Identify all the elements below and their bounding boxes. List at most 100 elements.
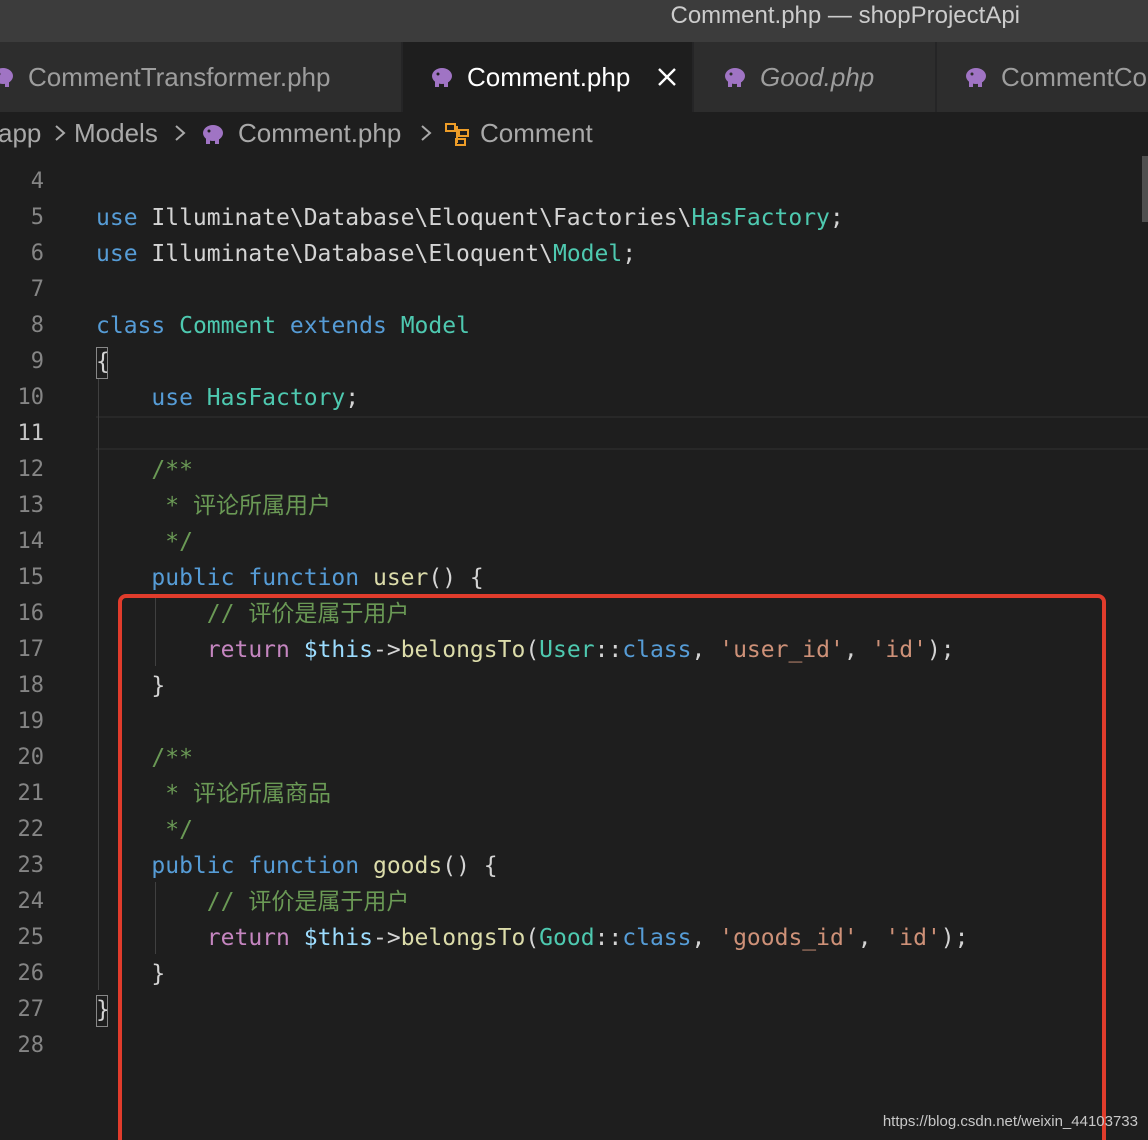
line-number: 8 [30, 313, 44, 338]
line-number: 9 [30, 349, 44, 374]
tab-label: Good.php [760, 62, 875, 92]
breadcrumb-item-app[interactable]: app [0, 116, 41, 150]
code-token: user [372, 565, 429, 591]
tab-label: CommentTransformer.php [28, 62, 331, 92]
line-number: 11 [17, 421, 45, 446]
code-line[interactable]: public function user() { [96, 560, 484, 596]
bracket-match-highlight [96, 995, 108, 1027]
breadcrumb-item-models[interactable]: Models [74, 116, 158, 150]
php-elephant-icon [966, 68, 986, 87]
code-token: */ [151, 529, 193, 555]
chevron-right-icon [421, 125, 432, 141]
line-number: 4 [30, 169, 44, 194]
tab-good-php[interactable]: Good.php [694, 42, 936, 112]
editor-tab-bar: CommentTransformer.php Comment.php Good.… [0, 42, 1148, 112]
window-title: Comment.php — shopProjectApi [670, 2, 1021, 29]
line-number: 16 [17, 601, 45, 626]
code-line[interactable]: /** [96, 452, 193, 488]
code-token: /** [151, 457, 193, 483]
code-token: use [96, 241, 138, 267]
close-icon[interactable] [653, 63, 681, 91]
tab-commentco[interactable]: CommentCo [937, 42, 1148, 112]
code-token: Illuminate\Database\Eloquent\Factories\ [137, 205, 692, 231]
code-line[interactable]: * 评论所属用户 [96, 488, 331, 524]
line-number: 23 [17, 853, 45, 878]
line-number: 7 [30, 277, 44, 302]
chevron-right-icon [175, 125, 186, 141]
tab-label: CommentCo [1001, 62, 1147, 92]
code-token: ; [345, 385, 360, 411]
line-number: 12 [17, 457, 45, 482]
line-number: 19 [17, 709, 45, 734]
php-elephant-icon [432, 68, 452, 87]
line-number: 22 [17, 817, 45, 842]
line-number: 26 [17, 961, 45, 986]
line-number: 21 [17, 781, 45, 806]
code-token: Model [400, 313, 470, 339]
bracket-match-highlight [96, 347, 108, 379]
breadcrumb-item-symbol[interactable]: Comment [480, 116, 593, 150]
code-line[interactable]: use Illuminate\Database\Eloquent\Model; [96, 236, 636, 272]
line-number: 15 [17, 565, 45, 590]
code-line[interactable]: */ [96, 524, 193, 560]
indent-guide [98, 378, 99, 990]
line-number-gutter: 4 5 6 7 8 9 10 11 12 13 14 15 16 17 18 19 20 21 22 23 24 25 26… [0, 156, 60, 1140]
code-token: HasFactory [691, 205, 830, 231]
chevron-right-icon [55, 125, 66, 141]
line-number: 5 [30, 205, 44, 230]
code-line[interactable]: use HasFactory; [96, 380, 359, 416]
code-token: class [96, 313, 166, 339]
breadcrumb: app Models Comment.php Comment [0, 112, 1148, 156]
line-number: 18 [17, 673, 45, 698]
annotation-highlight-box [118, 594, 1106, 1140]
code-editor[interactable]: 4 5 6 7 8 9 10 11 12 13 14 15 16 17 18 19 20 21 22 23 24 25 26… [0, 156, 1148, 1140]
code-token: function [248, 565, 360, 591]
title-bar: Comment.php — shopProjectApi [0, 0, 1148, 42]
line-number: 13 [17, 493, 45, 518]
tab-comment-php[interactable]: Comment.php [403, 42, 693, 112]
vertical-scrollbar[interactable] [1142, 156, 1148, 222]
php-elephant-icon [0, 68, 13, 87]
code-token: ; [622, 241, 637, 267]
code-token: public [151, 565, 235, 591]
class-symbol-icon [445, 123, 469, 146]
line-number: 17 [17, 637, 45, 662]
line-number: 27 [17, 997, 45, 1022]
code-token: HasFactory [206, 385, 346, 411]
code-token: 评论所属用户 [192, 493, 331, 519]
php-elephant-icon [203, 125, 223, 144]
php-elephant-icon [725, 68, 745, 87]
line-number: 20 [17, 745, 45, 770]
watermark: https://blog.csdn.net/weixin_44103733 [882, 1113, 1138, 1130]
code-token: Illuminate\Database\Eloquent\ [137, 241, 553, 267]
code-token: ; [829, 205, 844, 231]
line-number: 25 [17, 925, 45, 950]
tab-commenttransformer[interactable]: CommentTransformer.php [0, 42, 402, 112]
code-line[interactable]: use Illuminate\Database\Eloquent\Factori… [96, 200, 844, 236]
line-number: 28 [17, 1033, 45, 1058]
code-line[interactable]: class Comment extends Model [96, 308, 470, 344]
line-number: 24 [17, 889, 45, 914]
breadcrumb-item-file[interactable]: Comment.php [238, 116, 401, 150]
code-token: () { [428, 565, 484, 591]
line-number: 14 [17, 529, 45, 554]
line-number: 10 [17, 385, 45, 410]
code-token: Comment [179, 313, 277, 339]
line-number: 6 [30, 241, 44, 266]
code-token: extends [289, 313, 387, 339]
code-token: Model [552, 241, 623, 267]
tab-label: Comment.php [467, 62, 631, 92]
code-token: * [151, 493, 193, 519]
code-token: use [151, 385, 193, 411]
